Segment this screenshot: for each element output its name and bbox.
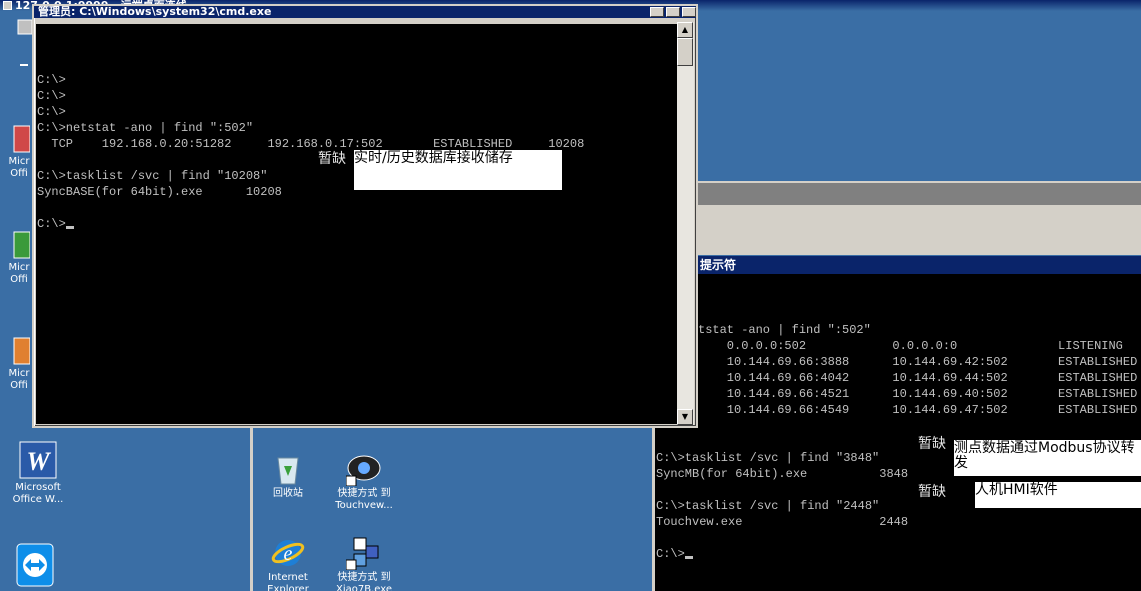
right-note1-label: 暂缺 [918,436,946,452]
right-note2-label: 暂缺 [918,484,946,500]
background-window-body [698,205,1141,255]
desktop-icon-xiao[interactable]: 快捷方式 到 Xiao7B.exe [326,536,402,591]
desktop-icon-label: 回收站 [273,488,303,499]
left-note-text: 实时/历史数据库接收储存 [354,150,513,166]
svg-text:W: W [26,447,51,476]
desktop-icon-office-3[interactable]: Micr Offi [4,336,34,392]
word-icon: W [19,441,57,479]
console-line: Touchvew.exe 2448 [656,515,916,529]
desktop-right-area [698,11,1141,181]
teamviewer-icon [16,543,54,587]
console-line: 10.144.69.66:4042 10.144.69.44:502 ESTAB… [698,371,1138,385]
desktop-icon-label: 快捷方式 到 Touchvew... [335,488,393,511]
desktop-icon-label: 快捷方式 到 Xiao7B.exe [335,572,392,591]
left-note-label: 暂缺 [318,151,346,167]
text-cursor [65,226,74,229]
office-doc-icon [13,231,30,259]
console-line: 10.144.69.66:3888 10.144.69.42:502 ESTAB… [698,355,1138,369]
scroll-up-button[interactable]: ▲ [677,22,693,38]
right-note1-box: 测点数据通过Modbus协议转发 [954,440,1141,476]
internet-explorer-icon: e [271,540,305,566]
desktop-icon-office-1[interactable]: Micr Offi [4,124,34,180]
desktop-icon-office-2[interactable]: Micr Offi [4,230,34,286]
right-note2-text: 人机HMI软件 [975,482,1058,498]
left-cmd-scrollbar[interactable]: ▲ ▼ [677,22,694,425]
desktop-icon-internet-explorer[interactable]: e Internet Explorer [258,536,318,591]
left-note-box: 实时/历史数据库接收储存 [354,150,562,190]
console-line: C:\>netstat -ano | find ":502" [37,121,254,135]
desktop-icon-label: Micr Offi [8,262,30,285]
recycle-bin-icon [277,457,299,485]
maximize-button[interactable] [666,7,680,17]
console-line: 0.0.0.0:502 0.0.0.0:0 LISTENING [698,339,1123,353]
right-note2-box: 人机HMI软件 [975,482,1141,508]
desktop-icon-touchview[interactable]: 快捷方式 到 Touchvew... [326,452,402,512]
right-note1-text: 测点数据通过Modbus协议转发 [954,440,1135,471]
left-cmd-title: 管理员: C:\Windows\system32\cmd.exe [38,6,272,18]
console-line: C:\> [37,216,677,232]
desktop-icon-word[interactable]: W Microsoft Office W... [2,440,74,506]
rdp-app-icon [3,1,12,10]
desktop-icon-label: Micr Offi [8,156,30,179]
minimize-button[interactable] [650,7,664,17]
cube-app-icon [346,537,379,570]
console-line: 10.144.69.66:4549 10.144.69.47:502 ESTAB… [698,403,1138,417]
console-line: C:\> [656,546,1141,562]
right-cmd-console[interactable]: tstat -ano | find ":502" 0.0.0.0:502 0.0… [698,274,1141,418]
right-cmd-titlebar[interactable]: 提示符 [698,256,1141,274]
office-doc-icon [13,337,30,365]
computer-icon [17,19,33,66]
right-cmd-upper-lines: tstat -ano | find ":502" 0.0.0.0:502 0.0… [698,306,1141,418]
background-window-bar [698,181,1141,205]
desktop-icon-top[interactable] [14,18,34,68]
console-line: tstat -ano | find ":502" [698,323,871,337]
touchview-icon [346,455,381,486]
left-cmd-lines: C:\> C:\> C:\> C:\>netstat -ano | find ":50… [37,56,677,232]
left-cmd-console[interactable]: C:\> C:\> C:\> C:\>netstat -ano | find ":50… [36,24,677,424]
text-cursor [684,556,693,559]
desktop-icon-label: Microsoft Office W... [12,482,64,505]
console-line: C:\> [37,89,66,103]
console-line: 10.144.69.66:4521 10.144.69.40:502 ESTAB… [698,387,1138,401]
desktop-icon-teamviewer[interactable] [14,542,56,590]
desktop-icon-recycle-bin[interactable]: 回收站 [262,452,314,500]
scroll-thumb[interactable] [677,38,693,66]
console-line: C:\> [37,73,66,87]
desktop-icon-label: Internet Explorer [267,572,309,591]
desktop-icon-label: Micr Offi [8,368,30,391]
svg-text:e: e [284,543,293,565]
left-cmd-titlebar[interactable]: 管理员: C:\Windows\system32\cmd.exe [34,6,696,18]
close-button[interactable] [682,7,696,17]
console-line: C:\> [37,105,66,119]
right-cmd-title: 提示符 [700,258,737,272]
office-doc-icon [13,125,30,153]
scroll-down-button[interactable]: ▼ [677,409,693,425]
